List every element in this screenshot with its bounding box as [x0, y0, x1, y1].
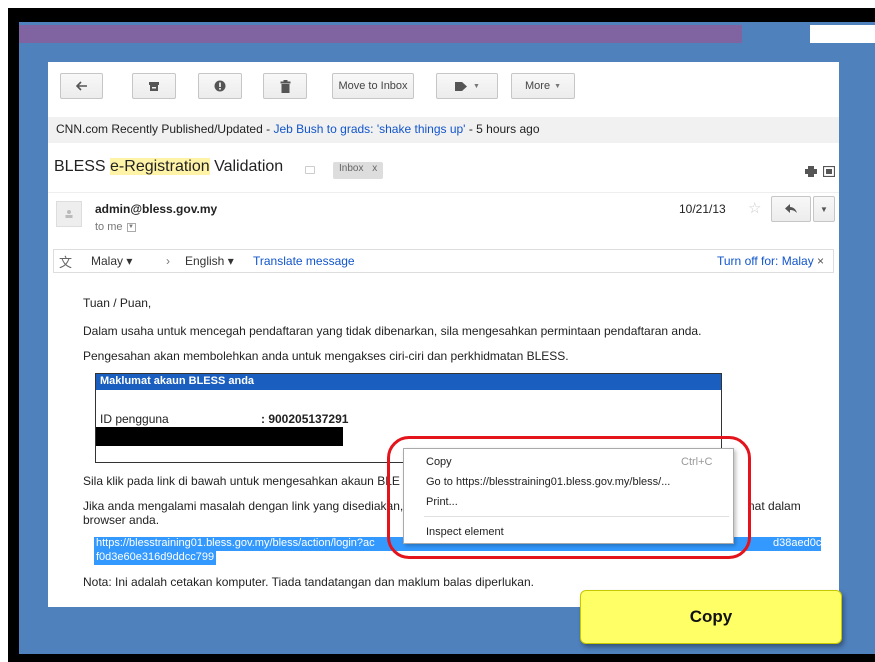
new-window-icon[interactable] [823, 166, 835, 177]
body-paragraph-1: Dalam usaha untuk mencegah pendaftaran y… [83, 324, 702, 338]
back-button[interactable] [60, 73, 103, 99]
slide-title-bar [19, 25, 742, 43]
feed-headline-link[interactable]: Jeb Bush to grads: 'shake things up' [273, 122, 465, 136]
reply-arrow-icon [784, 204, 797, 213]
note-text: Nota: Ini adalah cetakan komputer. Tiada… [83, 575, 534, 589]
spam-icon [214, 80, 226, 92]
target-language-select[interactable]: English ▾ [185, 254, 234, 268]
feed-source: CNN.com Recently Published/Updated - [56, 122, 274, 136]
web-clip-bar: CNN.com Recently Published/Updated - Jeb… [48, 117, 839, 143]
more-actions-button[interactable]: ▼ [813, 196, 835, 222]
more-label: More [525, 80, 551, 92]
sender-avatar [56, 201, 82, 227]
turn-off-translation-link[interactable]: Turn off for: Malay [717, 254, 814, 268]
body-paragraph-4: Jika anda mengalami masalah dengan link … [83, 499, 404, 513]
highlight-ring [387, 436, 751, 559]
trash-icon [280, 79, 290, 93]
user-id-label: ID pengguna [100, 412, 169, 426]
translate-icon: 文 [59, 255, 73, 270]
delete-button[interactable] [263, 73, 307, 99]
body-paragraph-2: Pengesahan akan membolehkan anda untuk m… [83, 349, 569, 363]
star-icon[interactable]: ☆ [748, 199, 761, 217]
close-icon[interactable]: × [817, 254, 824, 268]
move-to-inbox-label: Move to Inbox [338, 80, 408, 92]
archive-button[interactable] [132, 73, 176, 99]
person-icon [65, 210, 73, 218]
user-id-value: : 900205137291 [261, 412, 349, 426]
validation-link-start: https://blesstraining01.bless.gov.my/ble… [96, 537, 375, 549]
body-paragraph-4-line-2: browser anda. [83, 513, 160, 527]
show-details-icon[interactable]: ▼ [126, 222, 136, 232]
validation-link-end: d38aed0c [773, 537, 821, 549]
email-subject: BLESS e-Registration Validation [54, 158, 283, 176]
body-paragraph-4-end: nat dalam [748, 499, 801, 513]
label-tag-icon [455, 81, 468, 91]
print-icon[interactable] [805, 166, 817, 177]
recipient-line: to me ▼ [95, 221, 136, 233]
slide-corner-block [810, 25, 875, 43]
arrow-right-icon: › [166, 254, 170, 268]
feed-age: - 5 hours ago [465, 122, 540, 136]
copy-callout-button[interactable]: Copy [580, 590, 842, 644]
source-language-label: Malay [91, 254, 124, 268]
body-paragraph-3: Sila klik pada link di bawah untuk menge… [83, 474, 400, 488]
report-spam-button[interactable] [198, 73, 242, 99]
reply-button[interactable] [771, 196, 811, 222]
translate-bar: 文 Malay ▾ › English ▾ Translate message … [53, 249, 834, 273]
chevron-down-icon: ▼ [554, 82, 561, 90]
toolbar: Move to Inbox ▼ More ▼ [48, 62, 839, 108]
redaction-bar [96, 427, 343, 446]
more-button[interactable]: More ▼ [511, 73, 575, 99]
move-to-inbox-button[interactable]: Move to Inbox [332, 73, 414, 99]
labels-button[interactable]: ▼ [436, 73, 498, 99]
email-date: 10/21/13 [679, 202, 726, 216]
recipient-text: to me [95, 221, 123, 233]
chevron-down-icon: ▼ [820, 204, 828, 214]
chevron-down-icon: ▼ [473, 82, 480, 90]
back-arrow-icon [75, 81, 87, 91]
copy-callout-label: Copy [689, 607, 733, 626]
target-language-label: English [185, 254, 225, 268]
archive-icon [149, 81, 159, 91]
greeting: Tuan / Puan, [83, 296, 152, 310]
translate-message-link[interactable]: Translate message [253, 254, 355, 268]
sender-email: admin@bless.gov.my [95, 202, 218, 216]
inbox-label-text: Inbox [339, 163, 364, 174]
validation-link-line-2[interactable]: f0d3e60e316d9ddcc799 [94, 551, 217, 565]
subject-suffix: Validation [209, 158, 284, 175]
divider [48, 192, 839, 193]
account-info-title: Maklumat akaun BLESS anda [96, 374, 721, 390]
source-language-select[interactable]: Malay ▾ [91, 254, 132, 268]
subject-prefix: BLESS [54, 158, 111, 175]
inbox-label-chip[interactable]: Inbox x [333, 162, 384, 179]
close-icon[interactable]: x [372, 163, 377, 174]
subject-highlight: e-Registration [110, 158, 210, 175]
importance-marker-icon[interactable] [305, 166, 315, 174]
